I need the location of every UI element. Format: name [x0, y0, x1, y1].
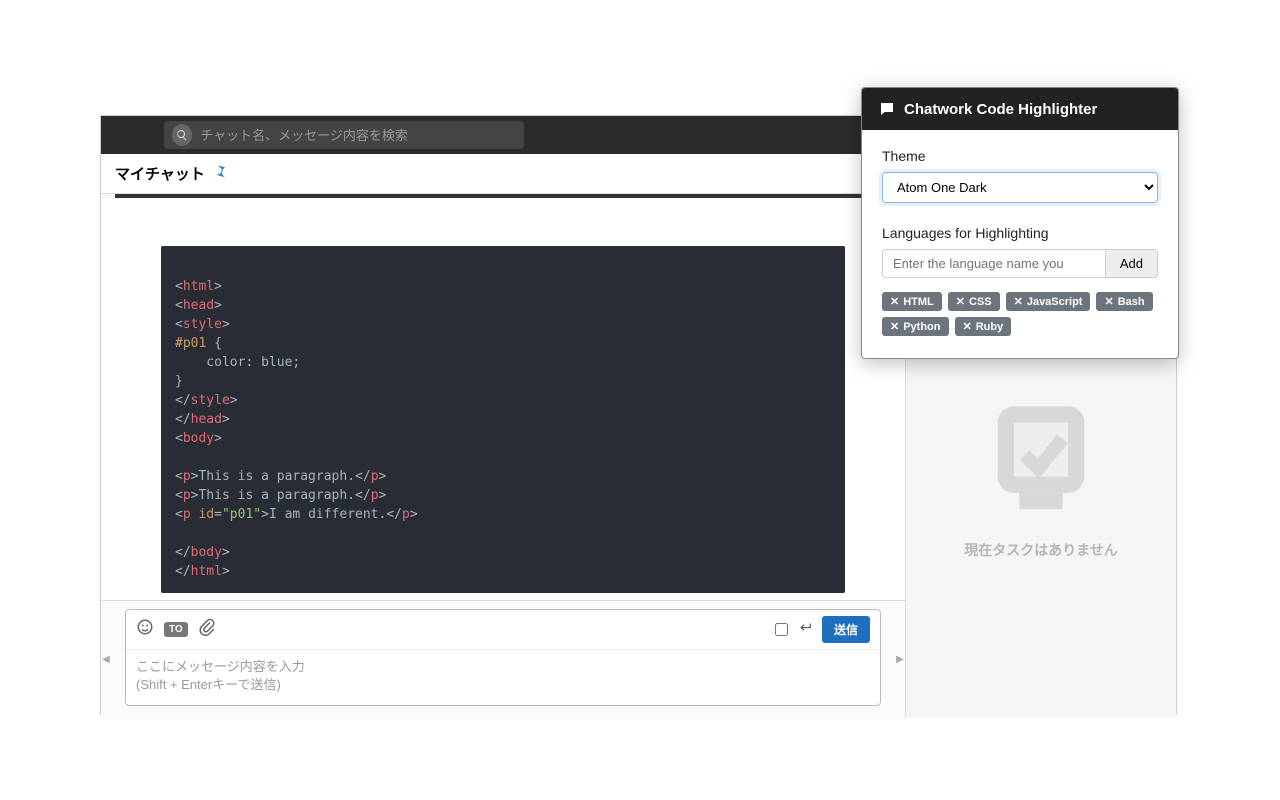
task-empty-icon [976, 390, 1106, 520]
language-tags: ✕ HTML ✕ CSS ✕ JavaScript ✕ Bash ✕ Python ✕ R… [882, 292, 1158, 336]
messages[interactable]: <html> <head> <style> #p01 { color: blue… [101, 198, 905, 600]
attach-icon[interactable] [198, 618, 216, 641]
chat-icon [878, 100, 896, 118]
expand-right-icon[interactable]: ▶ [895, 600, 905, 718]
search-icon [172, 124, 192, 146]
lang-tag[interactable]: ✕ Bash [1096, 292, 1152, 311]
add-button[interactable]: Add [1105, 249, 1158, 278]
close-icon: ✕ [890, 295, 899, 308]
empty-label: 現在タスクはありません [964, 540, 1118, 560]
close-icon: ✕ [963, 320, 972, 333]
chat-title: マイチャット [115, 163, 205, 184]
center-pane: <html> <head> <style> #p01 { color: blue… [101, 198, 906, 718]
to-button[interactable]: TO [164, 622, 188, 637]
close-icon: ✕ [1014, 295, 1023, 308]
emoji-icon[interactable] [136, 618, 154, 641]
theme-label: Theme [882, 148, 1158, 164]
theme-select[interactable]: Atom One Dark [882, 172, 1158, 203]
lang-tag[interactable]: ✕ Ruby [955, 317, 1012, 336]
enter-send-checkbox[interactable] [775, 623, 788, 636]
lang-tag[interactable]: ✕ JavaScript [1006, 292, 1091, 311]
composer-toolbar: TO 送信 [126, 610, 880, 650]
lang-tag[interactable]: ✕ CSS [948, 292, 1000, 311]
message-input[interactable]: ここにメッセージ内容を入力 (Shift + Enterキーで送信) [126, 650, 880, 705]
search-input[interactable] [200, 128, 516, 143]
enter-icon [798, 620, 812, 639]
language-input[interactable] [882, 249, 1105, 278]
lang-tag[interactable]: ✕ Python [882, 317, 949, 336]
pin-icon[interactable] [205, 163, 229, 185]
composer: TO 送信 ここにメッセージ内容を入力 (Shift + Enterキーで送信) [111, 600, 895, 718]
close-icon: ✕ [890, 320, 899, 333]
close-icon: ✕ [956, 295, 965, 308]
lang-tag[interactable]: ✕ HTML [882, 292, 942, 311]
lang-label: Languages for Highlighting [882, 225, 1158, 241]
close-icon: ✕ [1104, 295, 1113, 308]
extension-popup: Chatwork Code Highlighter Theme Atom One… [861, 87, 1179, 359]
ext-title: Chatwork Code Highlighter [904, 101, 1097, 118]
code-block: <html> <head> <style> #p01 { color: blue… [161, 246, 845, 593]
expand-left-icon[interactable]: ◀ [101, 600, 111, 718]
search-box[interactable] [164, 121, 524, 149]
ext-header: Chatwork Code Highlighter [862, 88, 1178, 130]
send-button[interactable]: 送信 [822, 616, 870, 643]
